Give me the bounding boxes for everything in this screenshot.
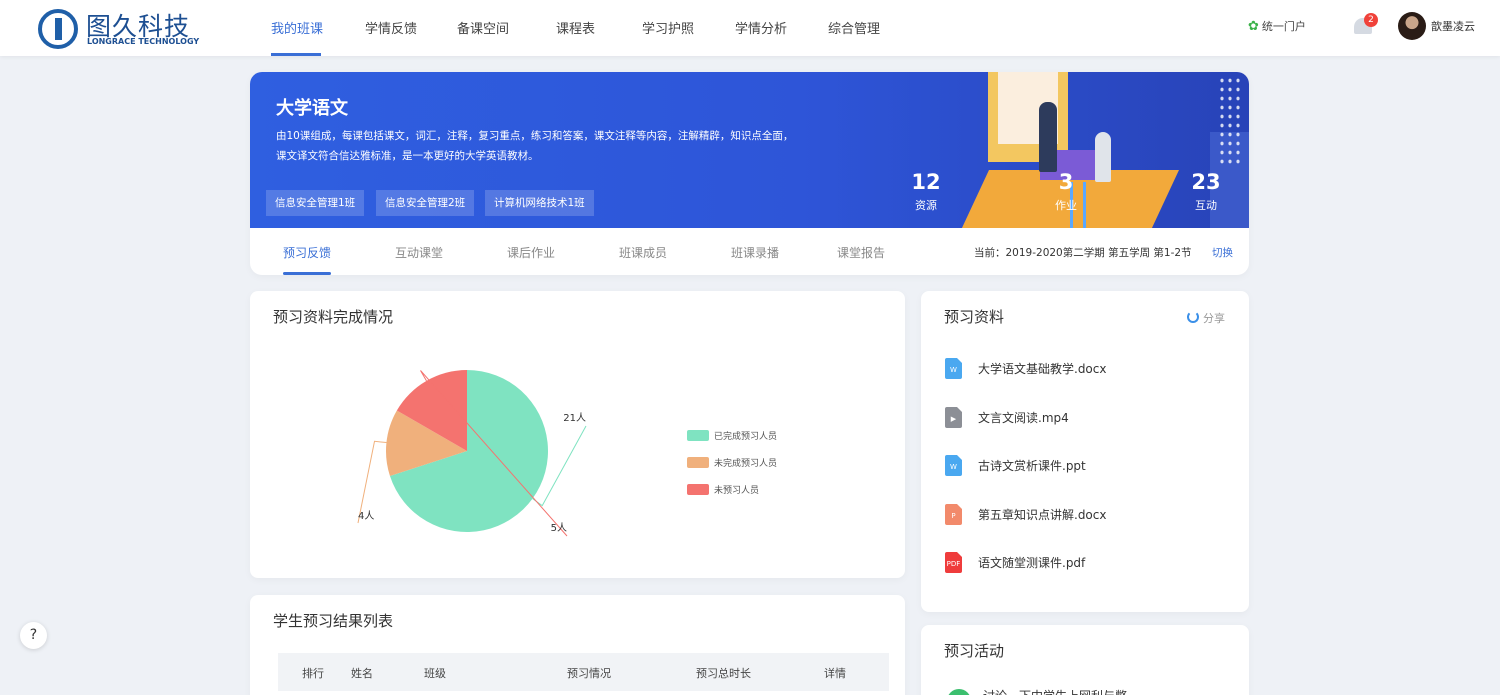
tab-homework[interactable]: 课后作业 (507, 244, 555, 261)
results-table-header: 排行 姓名 班级 预习情况 预习总时长 详情 (278, 653, 889, 691)
file-name: 大学语文基础教学.docx (978, 362, 1107, 376)
user-avatar[interactable] (1398, 12, 1426, 40)
column-header[interactable]: 详情 (824, 665, 846, 681)
file-name: 文言文阅读.mp4 (978, 410, 1069, 425)
share-label: 分享 (1203, 312, 1225, 325)
column-header[interactable]: 姓名 (351, 665, 373, 681)
top-header: 图久科技 LONGRACE TECHNOLOGY 我的班课 学情反馈 备课空间 … (0, 0, 1500, 56)
file-item[interactable]: W 古诗文赏析课件.ppt (945, 455, 1225, 477)
tab-recordings[interactable]: 班课录播 (731, 244, 779, 261)
pie-data-label: 5人 (551, 522, 567, 534)
course-tabs: 预习反馈 互动课堂 课后作业 班课成员 班课录播 课堂报告 当前：2019-20… (250, 228, 1249, 275)
activity-status-icon (947, 689, 971, 695)
file-name: 第五章知识点讲解.docx (978, 507, 1107, 522)
legend-label: 已完成预习人员 (714, 432, 778, 442)
tab-interactive-class[interactable]: 互动课堂 (395, 244, 443, 261)
grid-icon: ✿ (1248, 19, 1259, 34)
results-title: 学生预习结果列表 (273, 612, 394, 630)
switch-term-link[interactable]: 切换 (1212, 245, 1233, 260)
stat-interactions[interactable]: 23 互动 (1188, 170, 1224, 213)
class-tag[interactable]: 计算机网络技术1班 (485, 190, 594, 216)
column-header[interactable]: 班级 (424, 665, 446, 681)
course-description: 由10课组成，每课包括课文，词汇，注释，复习重点，练习和答案，课文注释等内容，注… (276, 130, 794, 162)
ppt-icon: P (945, 503, 962, 525)
results-card: 学生预习结果列表 排行 姓名 班级 预习情况 预习总时长 详情 (250, 595, 905, 695)
user-name[interactable]: 歆墨凌云 (1431, 18, 1475, 34)
video-icon: ▶ (945, 406, 962, 428)
legend-swatch (687, 430, 709, 441)
nav-lesson-prep[interactable]: 备课空间 (457, 18, 509, 37)
completion-card: 预习资料完成情况 21人 4人 5人 已完成预习人员 未完成预习人员 未预习人员 (250, 291, 905, 578)
help-button[interactable]: ? (20, 622, 47, 649)
nav-timetable[interactable]: 课程表 (556, 18, 595, 37)
nav-learning-feedback[interactable]: 学情反馈 (365, 18, 417, 37)
word-icon: W (945, 455, 962, 476)
activity-card: 预习活动 讨论一下中学生上网利与弊 (921, 625, 1249, 695)
file-item[interactable]: ▶ 文言文阅读.mp4 (945, 406, 1225, 429)
logo-subtitle: LONGRACE TECHNOLOGY (87, 37, 200, 46)
file-item[interactable]: P 第五章知识点讲解.docx (945, 503, 1225, 526)
stat-assignments[interactable]: 3 作业 (1048, 170, 1084, 213)
legend-swatch (687, 484, 709, 495)
file-item[interactable]: PDF 语文随堂测课件.pdf (945, 552, 1225, 574)
stat-label: 作业 (1055, 199, 1077, 212)
file-item[interactable]: W 大学语文基础教学.docx (945, 358, 1225, 380)
column-header[interactable]: 排行 (302, 665, 324, 681)
share-icon (1187, 311, 1199, 323)
notification-button[interactable]: 2 (1352, 13, 1378, 38)
tab-members[interactable]: 班课成员 (619, 244, 667, 261)
legend-label: 未预习人员 (714, 486, 760, 496)
materials-card: 预习资料 分享 W 大学语文基础教学.docx ▶ 文言文阅读.mp4 W 古诗文赏析课件… (921, 291, 1249, 612)
file-name: 古诗文赏析课件.ppt (978, 459, 1086, 473)
share-button[interactable]: 分享 (1187, 310, 1225, 326)
column-header[interactable]: 预习总时长 (696, 665, 751, 681)
class-tag[interactable]: 信息安全管理2班 (376, 190, 475, 216)
nav-my-classes[interactable]: 我的班课 (271, 18, 323, 37)
notification-badge: 2 (1364, 13, 1378, 27)
course-banner: 大学语文 由10课组成，每课包括课文，词汇，注释，复习重点，练习和答案，课文注释… (250, 72, 1249, 228)
stat-value: 3 (1058, 170, 1074, 194)
pie-data-label: 4人 (358, 510, 374, 522)
company-logo[interactable]: 图久科技 LONGRACE TECHNOLOGY (38, 7, 208, 49)
unified-portal-link[interactable]: ✿ 统一门户 (1248, 18, 1306, 34)
nav-learning-analysis[interactable]: 学情分析 (735, 18, 787, 37)
banner-illustration-student (1095, 132, 1111, 182)
logo-mark (38, 9, 78, 49)
course-header-card: 大学语文 由10课组成，每课包括课文，词汇，注释，复习重点，练习和答案，课文注释… (250, 72, 1249, 275)
stat-label: 互动 (1195, 199, 1217, 212)
word-icon: W (945, 358, 962, 379)
pdf-icon: PDF (945, 552, 962, 573)
banner-illustration-teacher (1039, 102, 1057, 172)
legend-label: 未完成预习人员 (714, 459, 778, 469)
materials-title: 预习资料 (944, 308, 1005, 326)
tab-preview-feedback[interactable]: 预习反馈 (283, 244, 331, 261)
banner-decoration (1218, 76, 1244, 166)
pie-data-label: 21人 (563, 412, 586, 424)
legend-swatch (687, 457, 709, 468)
current-term: 当前：2019-2020第二学期 第五学周 第1-2节 (974, 247, 1192, 259)
column-header[interactable]: 预习情况 (567, 665, 611, 681)
file-name: 语文随堂测课件.pdf (978, 556, 1086, 570)
activity-item[interactable]: 讨论一下中学生上网利与弊 (983, 687, 1127, 695)
stat-value: 23 (1191, 170, 1221, 194)
nav-general-management[interactable]: 综合管理 (828, 18, 880, 37)
class-tag[interactable]: 信息安全管理1班 (266, 190, 365, 216)
stat-value: 12 (911, 170, 941, 194)
pie-chart: 21人 4人 5人 (357, 370, 587, 537)
nav-learning-passport[interactable]: 学习护照 (642, 18, 694, 37)
portal-label: 统一门户 (1261, 20, 1306, 33)
nav-active-indicator (271, 53, 321, 56)
stat-label: 资源 (915, 199, 937, 212)
activity-title: 预习活动 (944, 642, 1005, 660)
tab-active-indicator (283, 272, 331, 275)
stat-resources[interactable]: 12 资源 (908, 170, 944, 213)
tab-class-report[interactable]: 课堂报告 (837, 244, 885, 261)
course-title: 大学语文 (276, 98, 348, 119)
